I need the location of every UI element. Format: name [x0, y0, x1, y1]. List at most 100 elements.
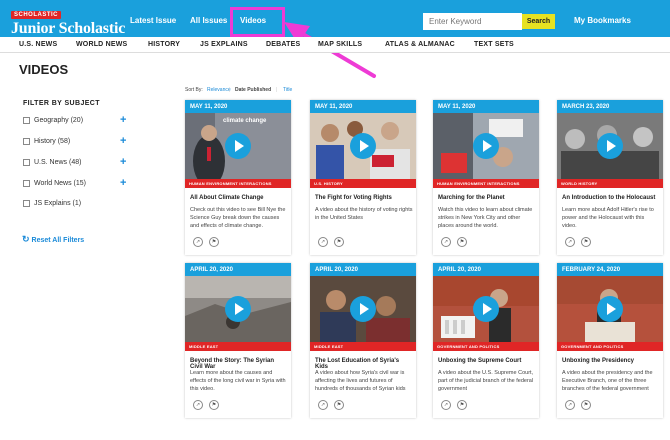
- search-button[interactable]: Search: [522, 14, 555, 29]
- expand-plus-icon[interactable]: +: [120, 177, 126, 189]
- nav-all-issues[interactable]: All Issues: [190, 16, 227, 25]
- nav-latest-issue[interactable]: Latest Issue: [130, 16, 176, 25]
- filter-geography[interactable]: Geography (20) +: [23, 114, 133, 128]
- share-icon[interactable]: ↗: [565, 237, 575, 247]
- play-button-icon[interactable]: [597, 133, 623, 159]
- search-input[interactable]: [423, 13, 522, 30]
- play-button-icon[interactable]: [350, 296, 376, 322]
- filter-title: FILTER BY SUBJECT: [23, 100, 100, 107]
- share-icon[interactable]: ↗: [193, 400, 203, 410]
- video-thumbnail[interactable]: climate change: [185, 113, 291, 179]
- checkbox[interactable]: [23, 138, 30, 145]
- share-icon[interactable]: ↗: [441, 400, 451, 410]
- card-date: MARCH 23, 2020: [557, 100, 663, 113]
- video-thumbnail[interactable]: [310, 276, 416, 342]
- video-card[interactable]: APRIL 20, 2020 MIDDLE EAST Beyond the St…: [185, 263, 291, 418]
- card-tag: MIDDLE EAST: [310, 342, 416, 351]
- sort-title[interactable]: Title: [283, 87, 292, 93]
- checkbox[interactable]: [23, 117, 30, 124]
- share-icon[interactable]: ↗: [565, 400, 575, 410]
- play-button-icon[interactable]: [597, 296, 623, 322]
- card-tag: MIDDLE EAST: [185, 342, 291, 351]
- reset-filters-link[interactable]: ↻ Reset All Filters: [22, 234, 84, 245]
- subnav-debates[interactable]: DEBATES: [266, 41, 300, 48]
- video-card[interactable]: FEBRUARY 24, 2020 GOVERNMENT AND POLITIC…: [557, 263, 663, 418]
- thumbnail-caption: climate change: [223, 118, 267, 124]
- bookmark-icon[interactable]: ⚑: [209, 400, 219, 410]
- play-button-icon[interactable]: [473, 133, 499, 159]
- subnav-map-skills[interactable]: MAP SKILLS: [318, 41, 362, 48]
- card-title[interactable]: An Introduction to the Holocaust: [562, 195, 660, 201]
- card-description: Check out this video to see Bill Nye the…: [190, 207, 286, 229]
- subnav-us-news[interactable]: U.S. NEWS: [19, 41, 57, 48]
- share-icon[interactable]: ↗: [318, 237, 328, 247]
- card-date: APRIL 20, 2020: [185, 263, 291, 276]
- share-icon[interactable]: ↗: [318, 400, 328, 410]
- card-tag: HUMAN ENVIRONMENT INTERACTIONS: [185, 179, 291, 188]
- card-title[interactable]: The Fight for Voting Rights: [315, 195, 413, 201]
- video-thumbnail[interactable]: [433, 276, 539, 342]
- bookmark-icon[interactable]: ⚑: [334, 237, 344, 247]
- expand-plus-icon[interactable]: +: [120, 114, 126, 126]
- subnav-world-news[interactable]: WORLD NEWS: [76, 41, 127, 48]
- video-card[interactable]: MAY 11, 2020 HUMAN ENVIRONMENT INTERACTI…: [433, 100, 539, 255]
- card-title[interactable]: Unboxing the Presidency: [562, 358, 660, 364]
- sort-label: Sort By:: [185, 87, 203, 93]
- card-title[interactable]: Marching for the Planet: [438, 195, 536, 201]
- subnav-atlas-almanac[interactable]: ATLAS & ALMANAC: [385, 41, 455, 48]
- filter-world-news[interactable]: World News (15) +: [23, 177, 133, 191]
- bookmark-icon[interactable]: ⚑: [334, 400, 344, 410]
- video-thumbnail[interactable]: [310, 113, 416, 179]
- video-card[interactable]: MAY 11, 2020 U.S. HISTORY The Fight for …: [310, 100, 416, 255]
- highlight-box: [230, 7, 285, 37]
- play-button-icon[interactable]: [350, 133, 376, 159]
- checkbox[interactable]: [23, 180, 30, 187]
- bookmark-icon[interactable]: ⚑: [457, 237, 467, 247]
- sort-relevance[interactable]: Relevance: [207, 87, 231, 93]
- subnav-js-explains[interactable]: JS EXPLAINS: [200, 41, 248, 48]
- filter-js-explains[interactable]: JS Explains (1): [23, 199, 133, 211]
- card-title[interactable]: All About Climate Change: [190, 195, 288, 201]
- checkbox[interactable]: [23, 159, 30, 166]
- card-tag: GOVERNMENT AND POLITICS: [557, 342, 663, 351]
- bookmark-icon[interactable]: ⚑: [581, 400, 591, 410]
- card-description: A video about the history of voting righ…: [315, 207, 413, 221]
- card-description: Learn more about Adolf Hitler's rise to …: [562, 207, 654, 229]
- filter-history[interactable]: History (58) +: [23, 135, 133, 149]
- card-title[interactable]: Unboxing the Supreme Court: [438, 358, 536, 364]
- subnav-text-sets[interactable]: TEXT SETS: [474, 41, 514, 48]
- page-title: VIDEOS: [19, 62, 69, 77]
- video-thumbnail[interactable]: [185, 276, 291, 342]
- sort-date-published[interactable]: Date Published: [235, 87, 271, 93]
- video-thumbnail[interactable]: [557, 113, 663, 179]
- subnav-history[interactable]: HISTORY: [148, 41, 180, 48]
- play-button-icon[interactable]: [473, 296, 499, 322]
- expand-plus-icon[interactable]: +: [120, 135, 126, 147]
- reset-label: Reset All Filters: [31, 237, 85, 244]
- video-card[interactable]: APRIL 20, 2020 GOVERNMENT AND POLITICS U…: [433, 263, 539, 418]
- site-logo[interactable]: SCHOLASTIC Junior Scholastic: [11, 3, 125, 38]
- play-button-icon[interactable]: [225, 296, 251, 322]
- my-bookmarks-link[interactable]: My Bookmarks: [574, 16, 631, 25]
- bookmark-icon[interactable]: ⚑: [209, 237, 219, 247]
- share-icon[interactable]: ↗: [193, 237, 203, 247]
- video-card[interactable]: MARCH 23, 2020 WORLD HISTORY An Introduc…: [557, 100, 663, 255]
- checkbox[interactable]: [23, 200, 30, 207]
- video-card[interactable]: APRIL 20, 2020 MIDDLE EAST The Lost Educ…: [310, 263, 416, 418]
- share-icon[interactable]: ↗: [441, 237, 451, 247]
- card-description: A video about the presidency and the Exe…: [562, 370, 653, 392]
- bookmark-icon[interactable]: ⚑: [457, 400, 467, 410]
- play-button-icon[interactable]: [225, 133, 251, 159]
- filter-us-news[interactable]: U.S. News (48) +: [23, 156, 133, 170]
- video-thumbnail[interactable]: [433, 113, 539, 179]
- card-description: A video about how Syria's civil war is a…: [315, 370, 406, 392]
- card-description: A video about the U.S. Supreme Court, pa…: [438, 370, 534, 392]
- bookmark-icon[interactable]: ⚑: [581, 237, 591, 247]
- filter-label: World News (15): [34, 180, 86, 187]
- video-thumbnail[interactable]: [557, 276, 663, 342]
- card-date: FEBRUARY 24, 2020: [557, 263, 663, 276]
- video-card[interactable]: MAY 11, 2020 climate change HUMAN ENVIRO…: [185, 100, 291, 255]
- card-date: MAY 11, 2020: [185, 100, 291, 113]
- card-date: MAY 11, 2020: [433, 100, 539, 113]
- expand-plus-icon[interactable]: +: [120, 156, 126, 168]
